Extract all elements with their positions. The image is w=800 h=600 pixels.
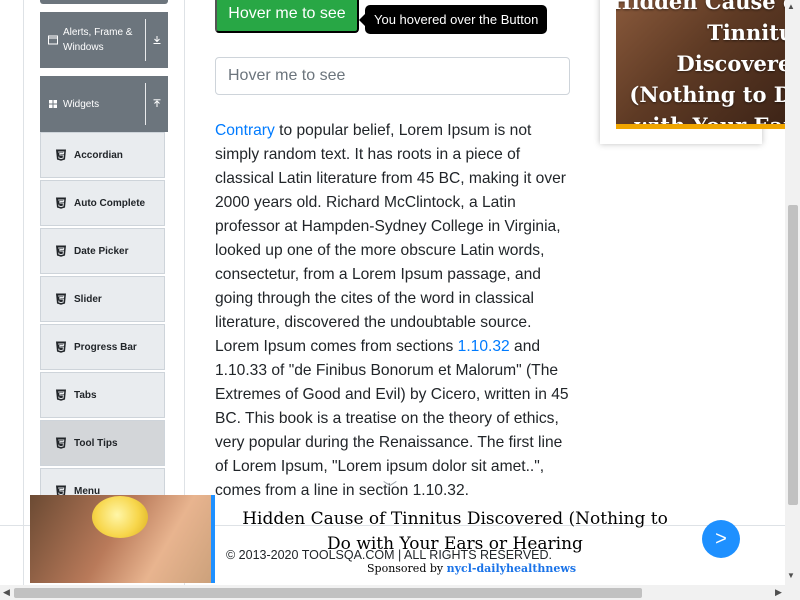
window-icon [48, 35, 58, 45]
upload-arrow-icon[interactable] [146, 99, 168, 109]
html5-icon [56, 341, 66, 353]
right-ad-headline[interactable]: Hidden Cause of Tinnitus Discovered (Not… [616, 0, 800, 124]
horizontal-scrollbar-thumb[interactable] [14, 588, 642, 598]
sidebar-item-accordian[interactable]: Accordian [40, 132, 165, 178]
sidebar-item-label: Accordian [74, 149, 123, 161]
sidebar-item-label: Tabs [74, 389, 97, 401]
right-ad-image[interactable]: Hidden Cause of Tinnitus Discovered (Not… [616, 0, 800, 124]
divider [145, 19, 146, 61]
sidebar-item-progress-bar[interactable]: Progress Bar [40, 324, 165, 370]
contrary-link[interactable]: Contrary [215, 122, 275, 139]
grid-icon [48, 99, 58, 109]
sidebar-group-widgets[interactable]: Widgets [40, 76, 168, 132]
sidebar-item-tool-tips[interactable]: Tool Tips [40, 420, 165, 466]
sidebar-item-auto-complete[interactable]: Auto Complete [40, 180, 165, 226]
section-link[interactable]: 1.10.32 [458, 338, 510, 355]
sidebar-group-label: Alerts, Frame & Windows [63, 27, 133, 53]
sponsor-source-link[interactable]: nycl-dailyhealthnews [447, 562, 576, 575]
tooltip: You hovered over the Button [365, 5, 548, 34]
chevron-down-icon[interactable]: ﹀ [383, 478, 397, 498]
hover-me-input[interactable] [215, 57, 570, 95]
html5-icon [56, 197, 66, 209]
bottom-ad-accent-stripe [211, 495, 215, 583]
sponsored-by-label: Sponsored by [367, 562, 444, 575]
sidebar-item-label: Tool Tips [74, 437, 118, 449]
scroll-right-arrow-icon[interactable]: ▶ [775, 587, 782, 598]
divider [145, 83, 146, 125]
scroll-up-arrow-icon[interactable]: ▲ [787, 2, 795, 11]
html5-icon [56, 437, 66, 449]
bottom-ad-title[interactable]: Hidden Cause of Tinnitus Discovered (Not… [235, 507, 675, 557]
scroll-left-arrow-icon[interactable]: ◀ [3, 587, 10, 598]
scroll-down-arrow-icon[interactable]: ▼ [787, 571, 795, 580]
sidebar-item-label: Slider [74, 293, 102, 305]
html5-icon [56, 149, 66, 161]
download-arrow-icon[interactable] [146, 35, 168, 45]
lorem-paragraph: Contrary to popular belief, Lorem Ipsum … [215, 119, 575, 503]
right-ad-accent-bar [616, 124, 800, 129]
html5-icon [56, 389, 66, 401]
hover-me-button[interactable]: Hover me to see [215, 0, 359, 33]
paragraph-text-1: to popular belief, Lorem Ipsum is not si… [215, 122, 566, 355]
sidebar-item-date-picker[interactable]: Date Picker [40, 228, 165, 274]
sidebar-item-tabs[interactable]: Tabs [40, 372, 165, 418]
sidebar-group-collapsed[interactable] [40, 0, 168, 4]
sidebar-item-label: Progress Bar [74, 341, 137, 353]
paragraph-text-2: and 1.10.33 of "de Finibus Bonorum et Ma… [215, 338, 569, 499]
sidebar-item-slider[interactable]: Slider [40, 276, 165, 322]
html5-icon [56, 293, 66, 305]
sidebar-group-label: Widgets [63, 98, 100, 110]
sidebar-item-label: Date Picker [74, 245, 129, 257]
lemon-image [92, 496, 148, 538]
vertical-scrollbar-thumb[interactable] [788, 205, 798, 505]
html5-icon [56, 245, 66, 257]
sidebar-item-label: Auto Complete [74, 197, 146, 209]
bottom-ad-next-button[interactable]: > [702, 520, 740, 558]
bottom-ad-sponsor: Sponsored by nycl-dailyhealthnews [367, 562, 576, 575]
page: Alerts, Frame & Windows Widgets Accordia… [0, 0, 800, 600]
sidebar-group-alerts[interactable]: Alerts, Frame & Windows [40, 12, 168, 68]
